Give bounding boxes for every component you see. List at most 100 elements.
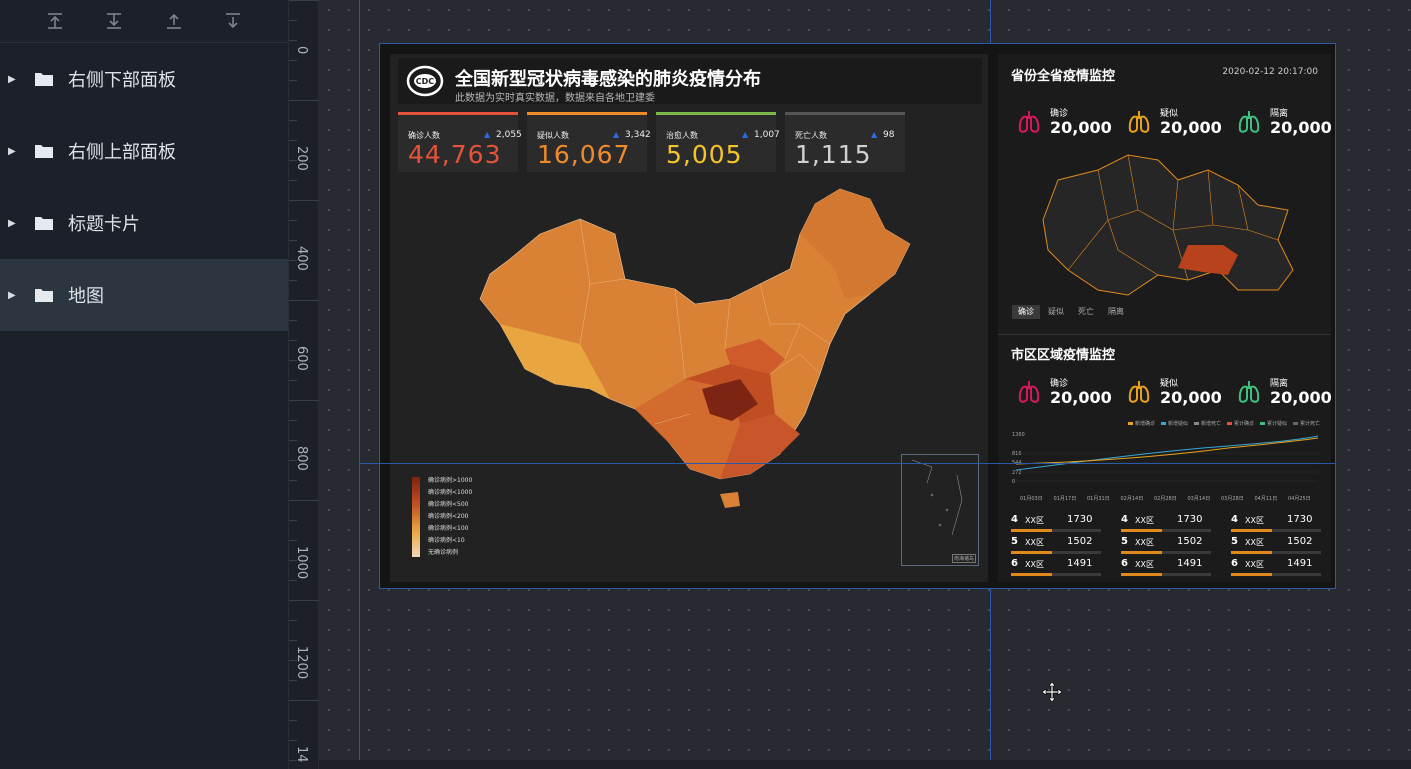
district-value: 1730 (1287, 514, 1313, 525)
layer-item[interactable]: ▶ 右侧下部面板 (0, 43, 288, 115)
district-name: XX区 (1245, 538, 1264, 547)
ruler-tick (289, 220, 297, 221)
china-map[interactable] (440, 174, 920, 524)
rank-bar-fill (1011, 529, 1052, 532)
district-name: XX区 (1025, 538, 1044, 547)
x-tick-label: 01月17日 (1053, 496, 1077, 502)
title-card[interactable]: CDC 全国新型冠状病毒感染的肺炎疫情分布 此数据为实时真实数据，数据来自各地卫… (398, 58, 982, 104)
stat-increase: 2,055 (484, 130, 522, 140)
china-map-panel[interactable]: CDC 全国新型冠状病毒感染的肺炎疫情分布 此数据为实时真实数据，数据来自各地卫… (390, 54, 988, 582)
guide-line[interactable] (359, 463, 1335, 464)
district-name: XX区 (1135, 516, 1154, 525)
ruler-tick (289, 540, 297, 541)
rank-bar (1011, 573, 1101, 576)
indicator-value: 20,000 (1160, 118, 1222, 137)
province-tab[interactable]: 隔离 (1102, 305, 1130, 319)
rank-bar (1011, 551, 1101, 554)
lung-icon (1018, 380, 1040, 404)
dashboard-title: 全国新型冠状病毒感染的肺炎疫情分布 (455, 69, 761, 90)
legend-item: 确诊病例<1000 (428, 489, 473, 496)
indicator: 疑似 20,000 (1128, 104, 1228, 140)
lung-icon (1128, 380, 1150, 404)
rank-number: 4 (1231, 514, 1238, 525)
province-tab[interactable]: 确诊 (1012, 305, 1040, 319)
panel-divider (998, 334, 1331, 335)
indicator: 确诊 20,000 (1018, 374, 1118, 410)
x-tick-label: 04月25日 (1288, 496, 1311, 502)
rank-bar-fill (1121, 551, 1162, 554)
district-name: XX区 (1245, 560, 1264, 569)
expand-arrow-icon[interactable]: ▶ (8, 218, 20, 229)
x-tick-label: 02月14日 (1120, 496, 1144, 502)
legend-item: 确诊病例>1000 (428, 477, 473, 484)
ruler-tick (289, 740, 297, 741)
guide-line[interactable] (359, 0, 360, 769)
ruler-tick (289, 620, 297, 621)
district-value: 1491 (1177, 558, 1203, 569)
layer-item[interactable]: ▶ 右侧上部面板 (0, 115, 288, 187)
legend-swatch (1128, 422, 1133, 425)
layer-item[interactable]: ▶ 标题卡片 (0, 187, 288, 259)
folder-icon (34, 143, 56, 159)
ranking-item: 6 XX区 1491 (1121, 558, 1211, 578)
rank-number: 6 (1011, 558, 1018, 569)
legend-swatch (1293, 422, 1298, 425)
stat-value: 5,005 (666, 140, 743, 169)
svg-text:CDC: CDC (416, 77, 435, 86)
x-tick-label: 04月11日 (1254, 496, 1278, 502)
province-map[interactable] (1008, 150, 1323, 310)
ruler-label: 1000 (294, 546, 309, 580)
design-canvas[interactable]: CDC 全国新型冠状病毒感染的肺炎疫情分布 此数据为实时真实数据，数据来自各地卫… (319, 0, 1411, 769)
province-tab[interactable]: 死亡 (1072, 305, 1100, 319)
ranking-item: 5 XX区 1502 (1121, 536, 1211, 556)
move-bottom-icon[interactable] (103, 10, 125, 32)
legend-item: 无确诊病例 (428, 549, 459, 556)
legend-item: 确诊病例<200 (428, 513, 469, 520)
rank-number: 4 (1121, 514, 1128, 525)
ruler-label: 1200 (294, 646, 309, 680)
layer-item[interactable]: ▶ 地图 (0, 259, 288, 331)
map-legend: 确诊病例>1000 确诊病例<1000 确诊病例<500 确诊病例<200 确诊病例<1… (404, 467, 484, 565)
expand-arrow-icon[interactable]: ▶ (8, 146, 20, 157)
x-tick-label: 03月28日 (1221, 496, 1244, 502)
district-value: 1502 (1067, 536, 1093, 547)
move-top-icon[interactable] (44, 10, 66, 32)
layer-label: 右侧下部面板 (68, 70, 176, 91)
district-name: XX区 (1135, 560, 1154, 569)
x-tick-label: 02月28日 (1154, 496, 1177, 502)
timestamp: 2020-02-12 20:17:00 (1222, 67, 1318, 77)
ruler-label: 800 (294, 446, 309, 471)
rank-bar-fill (1011, 573, 1052, 576)
province-tab[interactable]: 疑似 (1042, 305, 1070, 319)
ruler-label: 400 (294, 246, 309, 271)
district-name: XX区 (1025, 560, 1044, 569)
expand-arrow-icon[interactable]: ▶ (8, 290, 20, 301)
ruler-tick (289, 240, 297, 241)
rank-bar-fill (1011, 551, 1052, 554)
ruler-tick (289, 340, 297, 341)
dashboard-screen[interactable]: CDC 全国新型冠状病毒感染的肺炎疫情分布 此数据为实时真实数据，数据来自各地卫… (379, 43, 1336, 589)
cdc-logo-icon: CDC (406, 64, 444, 98)
district-name: XX区 (1025, 516, 1044, 525)
rank-bar (1231, 573, 1321, 576)
indicator-value: 20,000 (1270, 118, 1332, 137)
expand-arrow-icon[interactable]: ▶ (8, 74, 20, 85)
layer-label: 地图 (68, 286, 104, 307)
rank-bar-fill (1231, 573, 1272, 576)
move-down-icon[interactable] (222, 10, 244, 32)
rank-bar-fill (1121, 573, 1162, 576)
horizontal-scrollbar[interactable] (319, 760, 1411, 769)
ruler-tick (289, 520, 297, 521)
move-up-icon[interactable] (163, 10, 185, 32)
folder-icon (34, 287, 56, 303)
stat-card: 死亡人数981,115 (785, 112, 905, 172)
x-tick-label: 01月31日 (1087, 496, 1110, 502)
right-panel[interactable]: 省份全省疫情监控 2020-02-12 20:17:00 确诊 20,000 疑似 2… (998, 54, 1332, 582)
ruler-tick (289, 40, 297, 41)
rank-number: 5 (1121, 536, 1128, 547)
ranking-item: 4 XX区 1730 (1011, 514, 1101, 534)
district-value: 1491 (1067, 558, 1093, 569)
folder-icon (34, 71, 56, 87)
x-tick-label: 01月03日 (1020, 496, 1043, 502)
indicator-value: 20,000 (1270, 388, 1332, 407)
